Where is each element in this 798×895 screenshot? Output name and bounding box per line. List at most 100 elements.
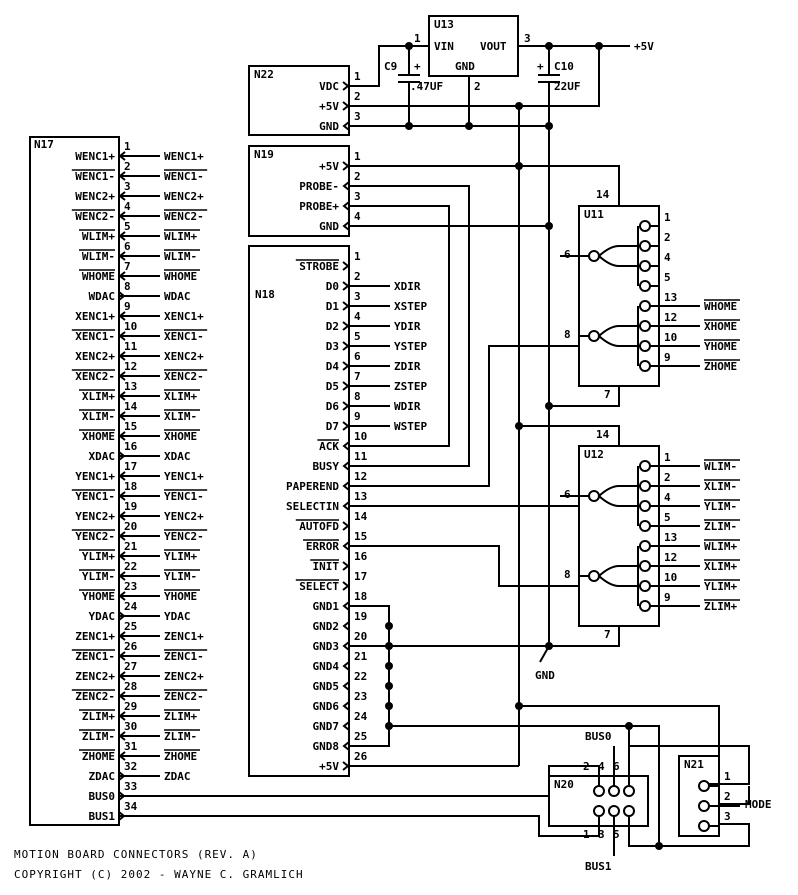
n18-pin-number: 26 [354,750,368,763]
u11-input-pin: 2 [664,231,671,244]
n17-net-label: ZHOME [164,750,197,763]
u11-input-bubble-icon [639,360,651,372]
u12-input-net: YLIM+ [704,580,737,593]
n17-net-label: WLIM- [164,250,197,263]
n17-net-label: WENC2- [164,210,204,223]
u11-gate-leg [598,255,640,267]
u13-vin: VIN [434,40,454,53]
u12-input-pin: 13 [664,531,677,544]
n17-net-label: ZLIM+ [164,710,197,723]
n19-ref: N19 [254,148,274,161]
n20-pin-icon [623,785,635,797]
n17-pin-name: ZLIM- [82,730,115,743]
n17-net-label: XLIM+ [164,390,197,403]
n19-pin-name: +5V [319,160,339,173]
c9-polarity: + [414,60,421,73]
junction [515,422,523,430]
u11-input-bubble-icon [639,220,651,232]
n18-net-label: YDIR [394,320,421,333]
u11-input-pin: 4 [664,251,671,264]
n17-net-label: YDAC [164,610,191,623]
n22-pin-number: 1 [354,70,361,83]
u12-input-bubble-icon [639,500,651,512]
n18-pin-name: BUSY [313,460,340,473]
n20-pin-icon [593,805,605,817]
n18-pin-name: D2 [326,320,339,333]
n17-pin-name: ZHOME [82,750,115,763]
u12-input-pin: 10 [664,571,677,584]
n20-bottom-pin-number: 1 [583,828,590,841]
junction [545,402,553,410]
n18-pin-number: 4 [354,310,361,323]
n18-pin-name: D7 [326,420,339,433]
n17-net-label: YENC2+ [164,510,204,523]
u12-input-pin: 4 [664,491,671,504]
u13-pin-vin: 1 [414,32,421,45]
u12-input-net: ZLIM- [704,520,737,533]
n17-pin-name: ZENC2+ [75,670,115,683]
n17-pin-number: 18 [124,480,137,493]
u12-input-pin: 5 [664,511,671,524]
n17-pin-name: XDAC [89,450,116,463]
n17-net-label: XENC1- [164,330,204,343]
n18-pin-number: 17 [354,570,367,583]
n17-pin-number: 20 [124,520,137,533]
n20-bottom-pin-number: 3 [598,828,605,841]
n18-pin-number: 8 [354,390,361,403]
n18-net-label: WSTEP [394,420,427,433]
out-arrow-icon [342,101,350,111]
n18-pin-name: GND2 [313,620,340,633]
n17-net-label: XENC2- [164,370,204,383]
n17-pin-number: 25 [124,620,137,633]
n17-pin-number: 10 [124,320,137,333]
title-line-2: COPYRIGHT (C) 2002 - WAYNE C. GRAMLICH [14,868,304,881]
n18-pin-name: ERROR [306,540,339,553]
n17-pin-name: ZLIM+ [82,710,115,723]
c9-ref: C9 [384,60,397,73]
out-arrow-icon [342,381,350,391]
n18-pin-name: GND5 [313,680,340,693]
u11-pin-out2: 8 [564,328,571,341]
n22-ref: N22 [254,68,274,81]
n17-pin-number: 2 [124,160,131,173]
u12-input-pin: 2 [664,471,671,484]
n17-ref: N17 [34,138,54,151]
n19-pin-number: 4 [354,210,361,223]
u11-input-net: ZHOME [704,360,737,373]
n17-pin-name: ZENC1+ [75,630,115,643]
n17-net-label: ZENC2- [164,690,204,703]
u12-gate-leg [598,575,640,587]
u11-pin-out1: 6 [564,248,571,261]
u12-gate-leg [598,485,640,497]
n18-pin-number: 18 [354,590,367,603]
n17-net-label: YLIM- [164,570,197,583]
u12-pin-vcc: 14 [596,428,610,441]
n18-pin-number: 21 [354,650,368,663]
n21-ref: N21 [684,758,704,771]
u11-pin-gnd: 7 [604,388,611,401]
n17-pin-number: 24 [124,600,138,613]
u12-input-bubble-icon [639,480,651,492]
n18-pin-number: 10 [354,430,367,443]
n17-pin-number: 21 [124,540,138,553]
u11-input-pin: 1 [664,211,671,224]
n18-pin-number: 9 [354,410,361,423]
u12-input-pin: 9 [664,591,671,604]
u11-input-pin: 9 [664,351,671,364]
n18-net-label: ZDIR [394,360,421,373]
n18-pin-name: INIT [313,560,340,573]
n18-pin-number: 7 [354,370,361,383]
n20-bottom-pin-number: 5 [613,828,620,841]
out-arrow-icon [342,521,350,531]
n17-pin-name: XLIM- [82,410,115,423]
n17-net-label: WENC1+ [164,150,204,163]
n17-pin-name: YLIM+ [82,550,115,563]
n20-pin-icon [608,805,620,817]
n17-pin-name: BUS1 [89,810,116,823]
n17-pin-number: 31 [124,740,138,753]
u12-input-net: XLIM+ [704,560,737,573]
junction [385,702,393,710]
u13-pin-vout: 3 [524,32,531,45]
out-arrow-icon [342,761,350,771]
n17-pin-name: YHOME [82,590,115,603]
